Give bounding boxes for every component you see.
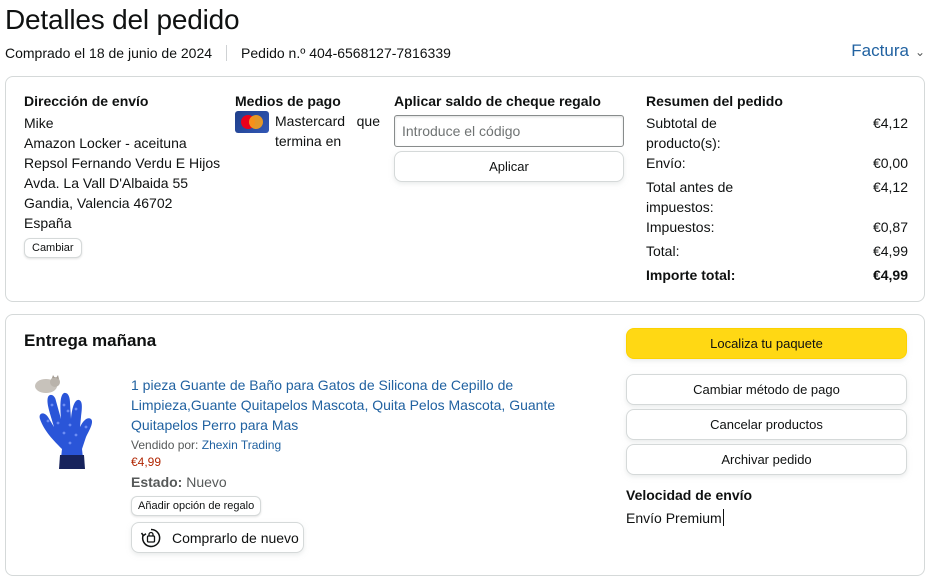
order-actions: Localiza tu paquete Cambiar método de pa… [626,328,907,526]
buy-again-button[interactable]: Comprarlo de nuevo [131,522,304,553]
summary-row: Envío: €0,00 [646,155,908,171]
cancel-items-button[interactable]: Cancelar productos [626,409,907,440]
order-summary: Resumen del pedido Subtotal de producto(… [646,93,908,285]
invoice-label: Factura [851,41,909,60]
chevron-down-icon: ⌄ [914,45,925,59]
apply-button[interactable]: Aplicar [394,151,624,182]
seller-link[interactable]: Zhexin Trading [202,438,281,452]
divider [226,45,228,61]
address-line: Gandia, Valencia 46702 [24,195,173,211]
order-number: Pedido n.º 404-6568127-7816339 [241,45,451,61]
address-line: Mike [24,115,54,131]
payment-title: Medios de pago [235,93,341,109]
product-condition: Estado: Nuevo [131,474,571,490]
order-meta: Comprado el 18 de junio de 2024 Pedido n… [5,45,451,61]
address-line: Amazon Locker - aceituna [24,135,187,151]
invoice-dropdown[interactable]: Factura ⌄ [851,41,925,61]
product-info: 1 pieza Guante de Baño para Gatos de Sil… [131,375,571,553]
summary-row: Total antes de impuestos: €4,12 [646,179,908,215]
mastercard-icon [235,111,269,133]
condition-label: Estado: [131,474,183,490]
delivery-box: Entrega mañana 1 pieza Guante de Baño pa… [5,314,925,576]
product-price: €4,99 [131,455,162,469]
buy-again-label: Comprarlo de nuevo [172,529,299,546]
payment-card-text: Mastercard que termina en [275,113,380,149]
sold-by-label: Vendido por: [131,438,199,452]
change-address-button[interactable]: Cambiar [24,238,82,258]
add-gift-option-button[interactable]: Añadir opción de regalo [131,496,262,516]
payment-section: Medios de pago Mastercard que termina en [235,93,380,151]
text-cursor [722,509,724,526]
gift-code-input[interactable] [394,115,624,147]
summary-row: Total: €4,99 [646,243,908,259]
summary-title: Resumen del pedido [646,93,783,109]
gift-card-section: Aplicar saldo de cheque regalo Aplicar [394,93,626,182]
sold-by: Vendido por: Zhexin Trading [131,438,571,452]
product-image[interactable] [24,375,122,473]
archive-order-button[interactable]: Archivar pedido [626,444,907,475]
payment-method: Mastercard que termina en [235,111,380,151]
address-line: Repsol Fernando Verdu E Hijos [24,155,221,171]
purchase-date: Comprado el 18 de junio de 2024 [5,45,213,61]
page-title: Detalles del pedido [5,4,240,35]
delivery-title: Entrega mañana [24,331,157,350]
summary-total-row: Importe total: €4,99 [646,267,908,283]
track-package-button[interactable]: Localiza tu paquete [626,328,907,359]
change-payment-button[interactable]: Cambiar método de pago [626,374,907,405]
buy-again-icon [140,528,161,547]
order-info-box: Dirección de envío Mike Amazon Locker - … [5,76,925,302]
shipping-address-section: Dirección de envío Mike Amazon Locker - … [24,93,229,258]
product-title-link[interactable]: 1 pieza Guante de Baño para Gatos de Sil… [131,375,571,435]
shipping-title: Dirección de envío [24,93,149,109]
shipping-speed-title: Velocidad de envío [626,487,753,503]
address-line: Avda. La Vall D'Albaida 55 [24,175,189,191]
summary-row: Subtotal de producto(s): €4,12 [646,115,908,151]
address-line: España [24,215,72,231]
shipping-speed-value: Envío Premium [626,509,724,526]
gift-card-title: Aplicar saldo de cheque regalo [394,93,601,109]
summary-row: Impuestos: €0,87 [646,219,908,235]
condition-value: Nuevo [186,474,227,490]
